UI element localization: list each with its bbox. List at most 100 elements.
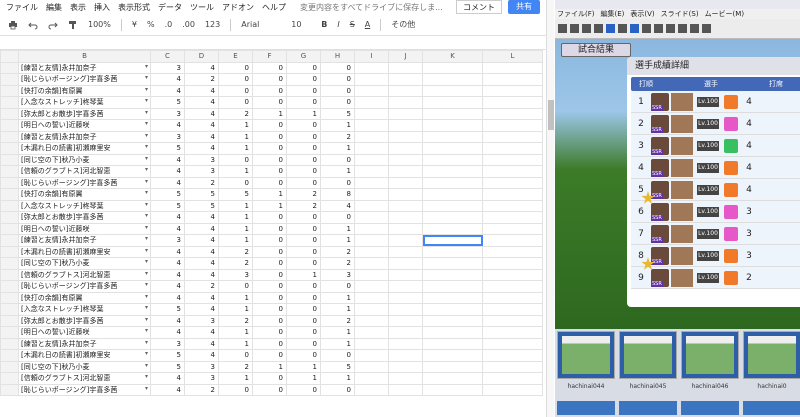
player-name-cell[interactable]: [入念なストレッチ]柊琴葉 ▾ [18,303,151,316]
empty-cell[interactable] [388,199,423,212]
row-header[interactable] [0,176,19,189]
stat-cell[interactable]: 4 [150,119,185,132]
dropdown-arrow-icon[interactable]: ▾ [145,143,148,150]
row-header[interactable] [0,211,19,224]
stat-cell[interactable]: 0 [252,153,287,166]
stat-cell[interactable]: 4 [150,314,185,327]
empty-cell[interactable] [422,130,483,143]
stat-cell[interactable]: 1 [252,107,287,120]
stat-cell[interactable]: 0 [320,61,355,74]
empty-cell[interactable] [388,360,423,373]
player-row[interactable]: 5 SSR Lv.100 4 [631,179,800,201]
empty-cell[interactable] [388,176,423,189]
column-header-k[interactable]: K [422,50,483,63]
column-header-d[interactable]: D [184,50,219,63]
dropdown-arrow-icon[interactable]: ▾ [145,247,148,254]
dropdown-arrow-icon[interactable]: ▾ [145,385,148,392]
column-header-i[interactable]: I [354,50,389,63]
empty-cell[interactable] [482,360,543,373]
dropdown-arrow-icon[interactable]: ▾ [145,362,148,369]
prev-icon[interactable] [606,24,615,33]
stat-cell[interactable]: 3 [184,165,219,178]
player-row[interactable]: 9 SSR Lv.100 2 [631,267,800,289]
row-header[interactable] [0,73,19,86]
stat-cell[interactable]: 0 [320,383,355,396]
dropdown-arrow-icon[interactable]: ▾ [145,212,148,219]
thumbnail[interactable] [619,331,677,379]
stat-cell[interactable]: 0 [252,84,287,97]
save-icon[interactable] [582,24,591,33]
stat-cell[interactable]: 1 [218,130,253,143]
empty-cell[interactable] [482,372,543,385]
player-name-cell[interactable]: [木漏れ日の読書]初瀬麻里安 ▾ [18,349,151,362]
stat-cell[interactable]: 0 [218,73,253,86]
stat-cell[interactable]: 4 [184,84,219,97]
empty-cell[interactable] [482,257,543,270]
empty-cell[interactable] [388,234,423,247]
undo-icon[interactable] [28,20,38,30]
stat-cell[interactable]: 0 [252,234,287,247]
empty-cell[interactable] [422,96,483,109]
empty-cell[interactable] [422,326,483,339]
stat-cell[interactable]: 4 [184,234,219,247]
stat-cell[interactable]: 0 [286,291,321,304]
empty-cell[interactable] [354,119,389,132]
empty-cell[interactable] [354,211,389,224]
row-header[interactable] [0,119,19,132]
empty-cell[interactable] [388,326,423,339]
player-name-cell[interactable]: [練習と友情]永井加奈子 ▾ [18,337,151,350]
stat-cell[interactable]: 1 [218,119,253,132]
thumbnail[interactable] [743,331,800,379]
empty-cell[interactable] [482,314,543,327]
empty-cell[interactable] [422,280,483,293]
stat-cell[interactable]: 1 [218,199,253,212]
dropdown-arrow-icon[interactable]: ▾ [145,178,148,185]
dropdown-arrow-icon[interactable]: ▾ [145,373,148,380]
zoom-out-icon[interactable] [678,24,687,33]
row-header[interactable] [0,360,19,373]
column-header-g[interactable]: G [286,50,321,63]
stat-cell[interactable]: 2 [320,245,355,258]
strikethrough-button[interactable]: S [350,20,355,29]
player-name-cell[interactable]: [信頼のグラブトス]河北智恵 ▾ [18,268,151,281]
stat-cell[interactable]: 0 [252,280,287,293]
empty-cell[interactable] [354,96,389,109]
dropdown-arrow-icon[interactable]: ▾ [145,132,148,139]
stat-cell[interactable]: 3 [184,360,219,373]
stat-cell[interactable]: 2 [218,257,253,270]
empty-cell[interactable] [422,142,483,155]
rotate-icon[interactable] [702,24,711,33]
empty-cell[interactable] [388,107,423,120]
stat-cell[interactable]: 1 [286,107,321,120]
stat-cell[interactable]: 0 [252,142,287,155]
stat-cell[interactable]: 2 [320,314,355,327]
stat-cell[interactable]: 4 [150,165,185,178]
empty-cell[interactable] [482,199,543,212]
stat-cell[interactable]: 3 [150,130,185,143]
empty-cell[interactable] [422,199,483,212]
stat-cell[interactable]: 0 [286,153,321,166]
empty-cell[interactable] [354,257,389,270]
row-header[interactable] [0,107,19,120]
player-name-cell[interactable]: [木漏れ日の読書]初瀬麻里安 ▾ [18,142,151,155]
empty-cell[interactable] [388,211,423,224]
stat-cell[interactable]: 1 [320,326,355,339]
dropdown-arrow-icon[interactable]: ▾ [145,235,148,242]
row-header[interactable] [0,153,19,166]
player-name-cell[interactable]: [恥じらいポージング]宇喜多茜 ▾ [18,73,151,86]
menu-format[interactable]: 表示形式 [118,2,150,13]
stat-cell[interactable]: 1 [218,303,253,316]
empty-cell[interactable] [422,383,483,396]
print-icon[interactable] [594,24,603,33]
dropdown-arrow-icon[interactable]: ▾ [145,74,148,81]
stat-cell[interactable]: 1 [218,337,253,350]
stat-cell[interactable]: 3 [184,372,219,385]
player-name-cell[interactable]: [練習と友情]永井加奈子 ▾ [18,61,151,74]
stat-cell[interactable]: 0 [252,130,287,143]
empty-cell[interactable] [422,314,483,327]
stat-cell[interactable]: 4 [150,84,185,97]
menu-insert[interactable]: 挿入 [94,2,110,13]
stat-cell[interactable]: 2 [184,280,219,293]
stat-cell[interactable]: 1 [218,372,253,385]
stat-cell[interactable]: 0 [286,142,321,155]
